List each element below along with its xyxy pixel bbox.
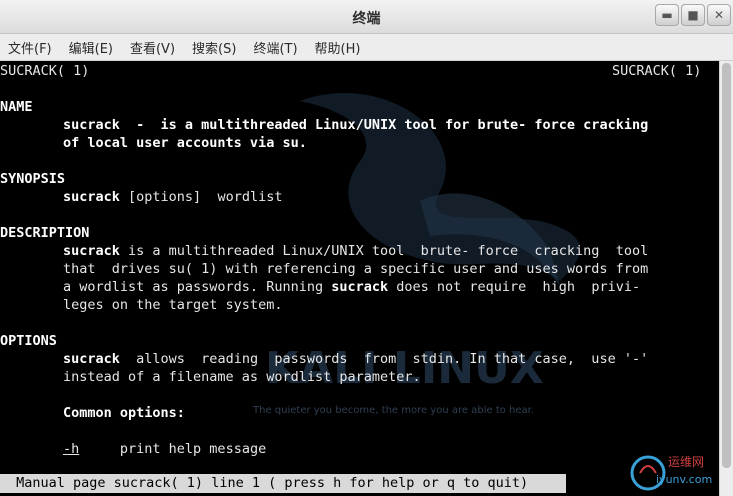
vertical-scrollbar[interactable] [719, 61, 733, 496]
options-line-2: instead of a filename as wordlist parame… [63, 369, 421, 385]
title-bar: 终端 ▬ ■ ✕ [0, 0, 733, 34]
name-line-1: sucrack - is a multithreaded Linux/UNIX … [63, 117, 649, 133]
option-h-line: -h print help message [63, 441, 267, 457]
description-line-4: leges on the target system. [63, 297, 283, 313]
pager-status-bar: Manual page sucrack( 1) line 1 ( press h… [0, 474, 566, 493]
menu-search[interactable]: 搜索(S) [192, 38, 236, 57]
menu-help[interactable]: 帮助(H) [315, 38, 361, 57]
description-line-3: a wordlist as passwords. Running sucrack… [63, 279, 641, 295]
menu-file[interactable]: 文件(F) [8, 38, 52, 57]
options-line-1: sucrack allows reading passwords from st… [63, 351, 649, 367]
description-heading: DESCRIPTION [0, 225, 90, 241]
terminal-view[interactable]: KALI LINUX The quieter you become, the m… [0, 61, 733, 496]
window-title: 终端 [352, 11, 381, 27]
minimize-button[interactable]: ▬ [655, 4, 679, 26]
maximize-button[interactable]: ■ [681, 4, 705, 26]
maximize-icon: ■ [687, 8, 699, 22]
window-controls: ▬ ■ ✕ [655, 4, 731, 26]
synopsis-line: sucrack [options] wordlist [63, 189, 283, 205]
kali-tagline-text: The quieter you become, the more you are… [252, 405, 534, 416]
minimize-icon: ▬ [661, 8, 673, 22]
man-header-left: SUCRACK( 1) [0, 63, 90, 79]
menu-bar: 文件(F) 编辑(E) 查看(V) 搜索(S) 终端(T) 帮助(H) [0, 34, 733, 61]
close-button[interactable]: ✕ [707, 4, 731, 26]
description-line-2: that drives su( 1) with referencing a sp… [63, 261, 649, 277]
site-url: iyunv.com [656, 473, 713, 486]
options-heading: OPTIONS [0, 333, 57, 349]
name-line-2: of local user accounts via su. [63, 135, 307, 151]
scrollbar-thumb[interactable] [722, 63, 731, 468]
name-heading: NAME [0, 99, 33, 115]
menu-edit[interactable]: 编辑(E) [69, 38, 113, 57]
close-icon: ✕ [713, 8, 725, 22]
description-line-1: sucrack is a multithreaded Linux/UNIX to… [63, 243, 649, 259]
menu-view[interactable]: 查看(V) [130, 38, 175, 57]
site-name-cn: 运维网 [668, 455, 705, 469]
menu-terminal[interactable]: 终端(T) [253, 38, 297, 57]
man-header-right: SUCRACK( 1) [612, 63, 702, 79]
common-options-heading: Common options: [63, 405, 185, 421]
synopsis-heading: SYNOPSIS [0, 171, 66, 187]
